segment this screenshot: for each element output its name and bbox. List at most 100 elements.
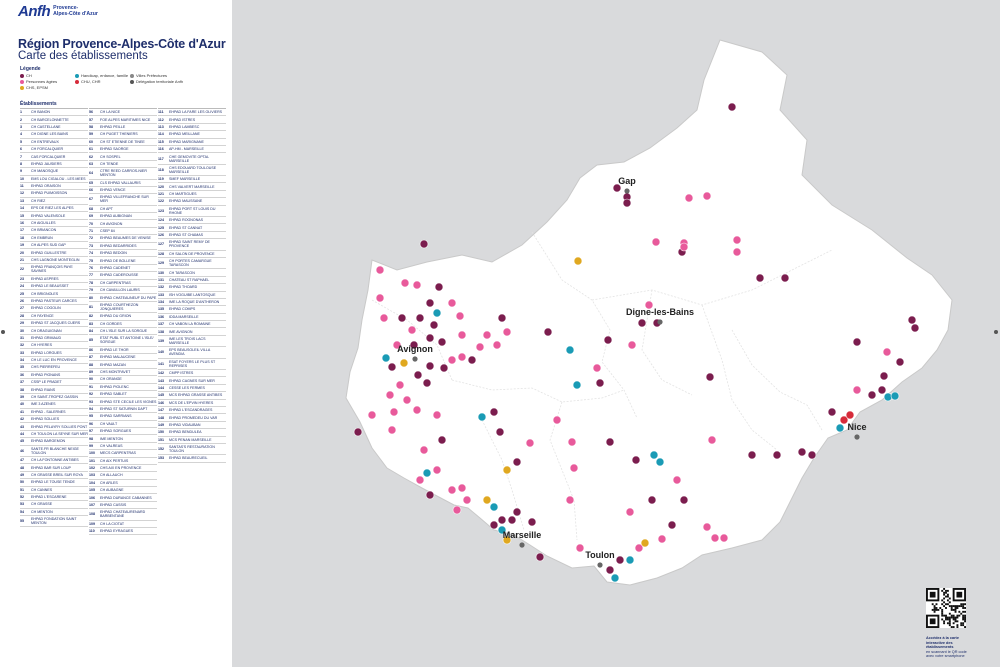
establishment-marker[interactable] bbox=[407, 325, 417, 335]
establishment-marker[interactable] bbox=[679, 242, 689, 252]
establishment-marker[interactable] bbox=[852, 337, 862, 347]
establishment-marker[interactable] bbox=[415, 475, 425, 485]
establishment-marker[interactable] bbox=[710, 533, 720, 543]
establishment-marker[interactable] bbox=[640, 538, 650, 548]
establishment-marker[interactable] bbox=[353, 427, 363, 437]
establishment-marker[interactable] bbox=[462, 495, 472, 505]
establishment-marker[interactable] bbox=[425, 298, 435, 308]
establishment-marker[interactable] bbox=[684, 193, 694, 203]
establishment-marker[interactable] bbox=[565, 495, 575, 505]
establishment-marker[interactable] bbox=[543, 327, 553, 337]
establishment-marker[interactable] bbox=[389, 407, 399, 417]
establishment-marker[interactable] bbox=[867, 390, 877, 400]
establishment-marker[interactable] bbox=[527, 517, 537, 527]
establishment-marker[interactable] bbox=[637, 318, 647, 328]
establishment-marker[interactable] bbox=[367, 410, 377, 420]
establishment-marker[interactable] bbox=[422, 468, 432, 478]
establishment-marker[interactable] bbox=[907, 315, 917, 325]
establishment-marker[interactable] bbox=[447, 485, 457, 495]
left-handle[interactable] bbox=[1, 330, 5, 334]
qr-code-icon[interactable] bbox=[926, 588, 966, 628]
establishment-marker[interactable] bbox=[879, 371, 889, 381]
establishment-marker[interactable] bbox=[732, 235, 742, 245]
establishment-marker[interactable] bbox=[475, 342, 485, 352]
establishment-marker[interactable] bbox=[399, 358, 409, 368]
establishment-marker[interactable] bbox=[780, 273, 790, 283]
establishment-marker[interactable] bbox=[455, 311, 465, 321]
establishment-marker[interactable] bbox=[679, 495, 689, 505]
establishment-marker[interactable] bbox=[657, 534, 667, 544]
establishment-marker[interactable] bbox=[772, 450, 782, 460]
establishment-marker[interactable] bbox=[489, 407, 499, 417]
establishment-marker[interactable] bbox=[412, 405, 422, 415]
establishment-marker[interactable] bbox=[415, 313, 425, 323]
establishment-marker[interactable] bbox=[705, 372, 715, 382]
establishment-marker[interactable] bbox=[489, 520, 499, 530]
establishment-marker[interactable] bbox=[622, 198, 632, 208]
establishment-marker[interactable] bbox=[512, 457, 522, 467]
establishment-marker[interactable] bbox=[375, 265, 385, 275]
establishment-marker[interactable] bbox=[655, 457, 665, 467]
establishment-marker[interactable] bbox=[605, 437, 615, 447]
establishment-marker[interactable] bbox=[502, 465, 512, 475]
establishment-marker[interactable] bbox=[672, 475, 682, 485]
establishment-marker[interactable] bbox=[497, 515, 507, 525]
establishment-marker[interactable] bbox=[807, 450, 817, 460]
establishment-marker[interactable] bbox=[402, 395, 412, 405]
right-handle[interactable] bbox=[994, 330, 998, 334]
establishment-marker[interactable] bbox=[631, 455, 641, 465]
establishment-marker[interactable] bbox=[877, 385, 887, 395]
establishment-marker[interactable] bbox=[890, 391, 900, 401]
establishment-marker[interactable] bbox=[425, 333, 435, 343]
establishment-marker[interactable] bbox=[852, 385, 862, 395]
establishment-marker[interactable] bbox=[412, 280, 422, 290]
establishment-marker[interactable] bbox=[647, 495, 657, 505]
establishment-marker[interactable] bbox=[375, 293, 385, 303]
establishment-marker[interactable] bbox=[422, 378, 432, 388]
establishment-marker[interactable] bbox=[395, 380, 405, 390]
establishment-marker[interactable] bbox=[567, 437, 577, 447]
establishment-marker[interactable] bbox=[910, 323, 920, 333]
establishment-marker[interactable] bbox=[747, 450, 757, 460]
establishment-marker[interactable] bbox=[413, 370, 423, 380]
establishment-marker[interactable] bbox=[387, 362, 397, 372]
establishment-marker[interactable] bbox=[447, 298, 457, 308]
establishment-marker[interactable] bbox=[615, 555, 625, 565]
establishment-marker[interactable] bbox=[573, 256, 583, 266]
establishment-marker[interactable] bbox=[605, 565, 615, 575]
establishment-marker[interactable] bbox=[419, 239, 429, 249]
establishment-marker[interactable] bbox=[627, 340, 637, 350]
establishment-marker[interactable] bbox=[452, 505, 462, 515]
establishment-marker[interactable] bbox=[552, 415, 562, 425]
establishment-marker[interactable] bbox=[379, 313, 389, 323]
establishment-marker[interactable] bbox=[702, 191, 712, 201]
establishment-marker[interactable] bbox=[432, 465, 442, 475]
establishment-marker[interactable] bbox=[489, 502, 499, 512]
establishment-marker[interactable] bbox=[702, 522, 712, 532]
establishment-marker[interactable] bbox=[569, 463, 579, 473]
establishment-marker[interactable] bbox=[512, 507, 522, 517]
establishment-marker[interactable] bbox=[482, 330, 492, 340]
establishment-marker[interactable] bbox=[845, 410, 855, 420]
establishment-marker[interactable] bbox=[497, 313, 507, 323]
establishment-marker[interactable] bbox=[882, 347, 892, 357]
establishment-marker[interactable] bbox=[495, 427, 505, 437]
establishment-marker[interactable] bbox=[595, 378, 605, 388]
establishment-marker[interactable] bbox=[603, 335, 613, 345]
establishment-marker[interactable] bbox=[457, 352, 467, 362]
establishment-marker[interactable] bbox=[482, 495, 492, 505]
establishment-marker[interactable] bbox=[419, 445, 429, 455]
establishment-marker[interactable] bbox=[447, 355, 457, 365]
establishment-marker[interactable] bbox=[835, 423, 845, 433]
establishment-marker[interactable] bbox=[457, 330, 467, 340]
establishment-marker[interactable] bbox=[719, 533, 729, 543]
establishment-marker[interactable] bbox=[425, 361, 435, 371]
establishment-marker[interactable] bbox=[432, 410, 442, 420]
establishment-marker[interactable] bbox=[707, 435, 717, 445]
establishment-marker[interactable] bbox=[507, 515, 517, 525]
establishment-marker[interactable] bbox=[385, 390, 395, 400]
establishment-marker[interactable] bbox=[437, 435, 447, 445]
region-map[interactable]: Gap Digne-les-Bains Avignon Marseille Toulon… bbox=[232, 0, 1000, 667]
establishment-marker[interactable] bbox=[434, 282, 444, 292]
establishment-marker[interactable] bbox=[592, 363, 602, 373]
